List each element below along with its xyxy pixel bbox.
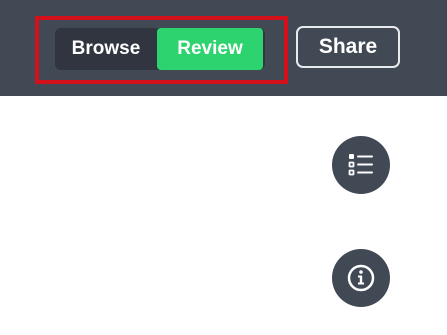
info-icon [347,264,375,292]
info-button[interactable] [332,249,390,307]
top-bar: Browse Review Share [0,0,447,96]
list-icon [348,154,373,176]
share-button[interactable]: Share [296,26,400,68]
list-view-button[interactable] [332,136,390,194]
highlight-frame [35,16,288,84]
